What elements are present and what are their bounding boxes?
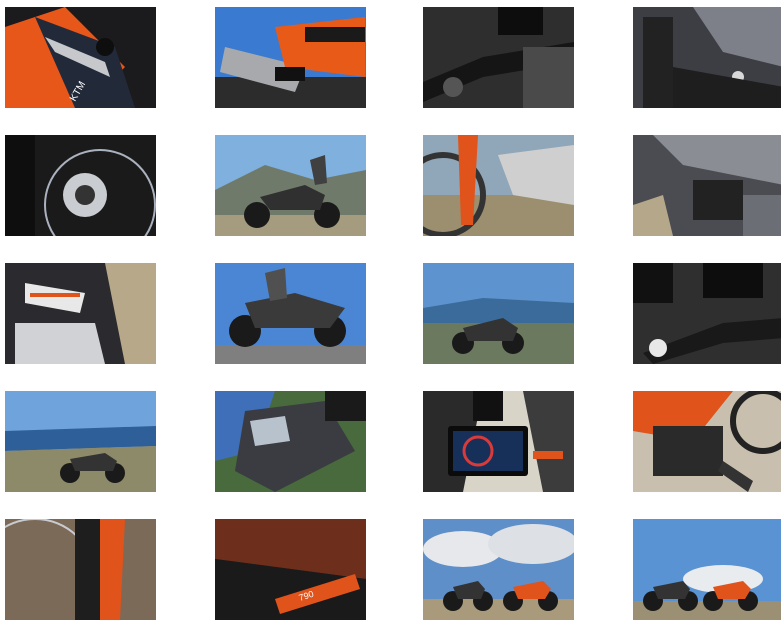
- thumbnail-image: KTM: [5, 7, 156, 108]
- gallery-thumbnail[interactable]: [633, 263, 781, 364]
- gallery-thumbnail[interactable]: [633, 7, 781, 108]
- gallery-thumbnail[interactable]: [215, 7, 366, 108]
- gallery-thumbnail[interactable]: [215, 391, 366, 492]
- gallery-thumbnail[interactable]: [423, 7, 574, 108]
- thumbnail-image: [633, 7, 781, 108]
- gallery-thumbnail[interactable]: [633, 519, 781, 620]
- gallery-thumbnail[interactable]: [423, 135, 574, 236]
- thumbnail-image: [215, 391, 366, 492]
- gallery-thumbnail[interactable]: 790: [215, 519, 366, 620]
- thumbnail-image: [423, 7, 574, 108]
- thumbnail-image: [633, 263, 781, 364]
- gallery-thumbnail[interactable]: [633, 135, 781, 236]
- thumbnail-image: [633, 391, 781, 492]
- gallery-thumbnail[interactable]: [5, 135, 156, 236]
- thumbnail-image: [5, 519, 156, 620]
- gallery-thumbnail[interactable]: [5, 391, 156, 492]
- thumbnail-image: [5, 391, 156, 492]
- thumbnail-image: [423, 263, 574, 364]
- gallery-thumbnail[interactable]: KTM: [5, 7, 156, 108]
- gallery-thumbnail[interactable]: [5, 519, 156, 620]
- gallery-thumbnail[interactable]: [5, 263, 156, 364]
- thumbnail-image: [423, 391, 574, 492]
- photo-gallery: KTM 790: [0, 0, 781, 620]
- thumbnail-image: [215, 263, 366, 364]
- gallery-thumbnail[interactable]: [633, 391, 781, 492]
- gallery-thumbnail[interactable]: [423, 519, 574, 620]
- gallery-thumbnail[interactable]: [215, 263, 366, 364]
- gallery-thumbnail[interactable]: [423, 263, 574, 364]
- thumbnail-image: [633, 519, 781, 620]
- thumbnail-image: [423, 519, 574, 620]
- thumbnail-image: [423, 135, 574, 236]
- thumbnail-image: [633, 135, 781, 236]
- thumbnail-image: [215, 135, 366, 236]
- thumbnail-image: 790: [215, 519, 366, 620]
- thumbnail-image: [5, 263, 156, 364]
- gallery-thumbnail[interactable]: [215, 135, 366, 236]
- thumbnail-image: [215, 7, 366, 108]
- thumbnail-image: [5, 135, 156, 236]
- gallery-thumbnail[interactable]: [423, 391, 574, 492]
